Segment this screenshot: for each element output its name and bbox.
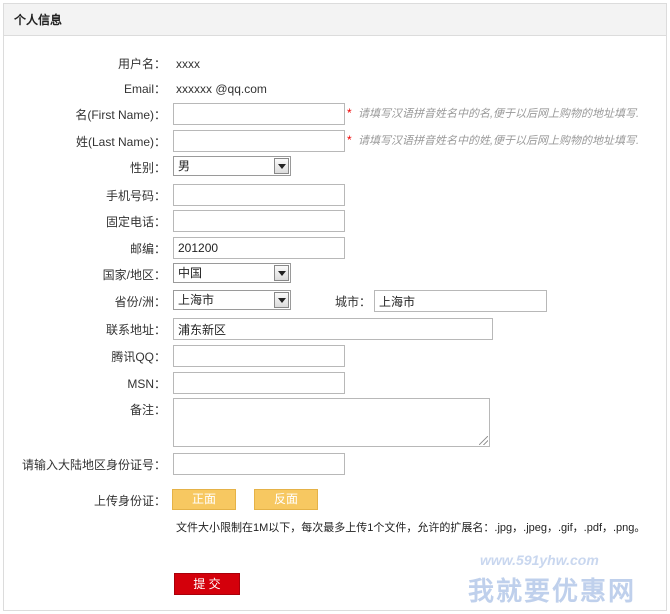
- msn-input[interactable]: [173, 372, 345, 394]
- remarks-row: 备注：: [4, 398, 668, 450]
- username-value: xxxx: [176, 57, 200, 71]
- phone-input[interactable]: [173, 210, 345, 232]
- phone-label: 固定电话：: [105, 215, 166, 229]
- upload-note: 文件大小限制在1M以下，每次最多上传1个文件，允许的扩展名：.jpg，.jpeg…: [176, 522, 646, 534]
- city-label: 城市：: [335, 295, 372, 309]
- watermark-logo: 我就要优惠网: [468, 576, 637, 606]
- address-label: 联系地址：: [105, 323, 166, 337]
- country-select[interactable]: 中国: [173, 263, 291, 283]
- email-label: Email：: [123, 82, 166, 96]
- profile-panel: 个人信息 用户名： xxxx Email： xxxxxx @qq.com 名(F…: [3, 3, 667, 611]
- id-number-row: 请输入大陆地区身份证号：: [4, 453, 668, 477]
- province-label: 省份/洲：: [114, 295, 166, 309]
- id-number-input[interactable]: [173, 453, 345, 475]
- id-upload-label: 上传身份证：: [93, 494, 166, 508]
- qq-row: 腾讯QQ：: [4, 345, 668, 369]
- mobile-input[interactable]: [173, 184, 345, 206]
- upload-note-row: 文件大小限制在1M以下，每次最多上传1个文件，允许的扩展名：.jpg，.jpeg…: [4, 518, 668, 538]
- gender-row: 性别： 男: [4, 156, 668, 180]
- address-input[interactable]: [173, 318, 493, 340]
- username-label: 用户名：: [117, 57, 166, 71]
- postcode-input[interactable]: [173, 237, 345, 259]
- id-number-label: 请输入大陆地区身份证号：: [21, 458, 166, 472]
- last-name-row: 姓(Last Name)： * 请填写汉语拼音姓名中的姓,便于以后网上购物的地址…: [4, 130, 668, 154]
- id-upload-row: 上传身份证： 正面 反面: [4, 489, 668, 513]
- qq-label: 腾讯QQ：: [111, 350, 166, 364]
- upload-back-button[interactable]: 反面: [254, 489, 318, 510]
- postcode-label: 邮编：: [129, 242, 166, 256]
- last-name-input[interactable]: [173, 130, 345, 152]
- watermark-url: www.591yhw.com: [480, 552, 599, 568]
- first-name-label: 名(First Name)：: [75, 108, 166, 122]
- chevron-down-icon[interactable]: [274, 158, 289, 174]
- last-name-required-mark: *: [347, 133, 352, 147]
- username-row: 用户名： xxxx: [4, 52, 668, 76]
- last-name-label: 姓(Last Name)：: [75, 135, 166, 149]
- first-name-hint: 请填写汉语拼音姓名中的名,便于以后网上购物的地址填写.: [358, 108, 640, 120]
- upload-front-button[interactable]: 正面: [172, 489, 236, 510]
- province-row: 省份/洲： 上海市 城市：: [4, 290, 668, 314]
- mobile-row: 手机号码：: [4, 184, 668, 208]
- msn-label: MSN：: [127, 377, 166, 391]
- gender-label: 性别：: [129, 161, 166, 175]
- address-row: 联系地址：: [4, 318, 668, 342]
- country-row: 国家/地区： 中国: [4, 263, 668, 287]
- first-name-input[interactable]: [173, 103, 345, 125]
- mobile-label: 手机号码：: [105, 189, 166, 203]
- chevron-down-icon[interactable]: [274, 265, 289, 281]
- msn-row: MSN：: [4, 372, 668, 396]
- gender-select[interactable]: 男: [173, 156, 291, 176]
- phone-row: 固定电话：: [4, 210, 668, 234]
- first-name-row: 名(First Name)： * 请填写汉语拼音姓名中的名,便于以后网上购物的地…: [4, 103, 668, 127]
- panel-title: 个人信息: [4, 4, 666, 36]
- country-selected-value: 中国: [178, 266, 203, 280]
- last-name-hint: 请填写汉语拼音姓名中的姓,便于以后网上购物的地址填写.: [358, 135, 640, 147]
- province-selected-value: 上海市: [178, 293, 215, 307]
- chevron-down-icon[interactable]: [274, 292, 289, 308]
- submit-button[interactable]: 提 交: [174, 573, 240, 595]
- province-select[interactable]: 上海市: [173, 290, 291, 310]
- first-name-required-mark: *: [347, 106, 352, 120]
- city-input[interactable]: [374, 290, 547, 312]
- postcode-row: 邮编：: [4, 237, 668, 261]
- remarks-label: 备注：: [129, 403, 166, 417]
- country-label: 国家/地区：: [102, 268, 166, 282]
- remarks-textarea[interactable]: [173, 398, 490, 447]
- email-value: xxxxxx @qq.com: [176, 82, 267, 96]
- qq-input[interactable]: [173, 345, 345, 367]
- email-row: Email： xxxxxx @qq.com: [4, 77, 668, 101]
- resize-handle-icon[interactable]: [479, 436, 488, 445]
- gender-selected-value: 男: [178, 159, 191, 173]
